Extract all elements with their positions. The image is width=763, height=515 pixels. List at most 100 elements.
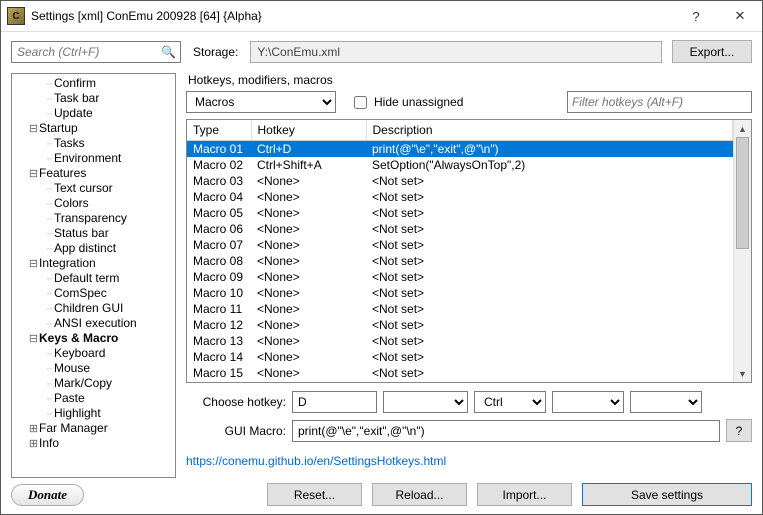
export-button[interactable]: Export...: [672, 40, 752, 63]
cell-hotkey: <None>: [251, 317, 366, 333]
table-row[interactable]: Macro 15<None><Not set>: [187, 365, 733, 381]
col-hotkey[interactable]: Hotkey: [251, 120, 366, 141]
gui-macro-input[interactable]: [292, 420, 720, 442]
table-row[interactable]: Macro 09<None><Not set>: [187, 269, 733, 285]
cell-type: Macro 01: [187, 141, 251, 158]
tree-item[interactable]: ··Colors: [12, 196, 175, 211]
tree-item-label: Colors: [54, 196, 89, 210]
tree-twisty-icon[interactable]: ⊟: [28, 332, 39, 347]
cell-desc: <Not set>: [366, 189, 733, 205]
settings-tree[interactable]: ··Confirm··Task bar··Update⊟Startup··Tas…: [11, 73, 176, 478]
tree-item[interactable]: ··Confirm: [12, 76, 175, 91]
tree-item[interactable]: ··ComSpec: [12, 286, 175, 301]
tree-item[interactable]: ··Environment: [12, 151, 175, 166]
table-row[interactable]: Macro 03<None><Not set>: [187, 173, 733, 189]
modifier1-select[interactable]: Ctrl: [474, 391, 546, 413]
tree-item[interactable]: ··Transparency: [12, 211, 175, 226]
tree-item[interactable]: ⊟Keys & Macro: [12, 331, 175, 346]
table-row[interactable]: Macro 02Ctrl+Shift+ASetOption("AlwaysOnT…: [187, 157, 733, 173]
tree-item[interactable]: ··Tasks: [12, 136, 175, 151]
tree-item[interactable]: ··Mark/Copy: [12, 376, 175, 391]
cell-type: Macro 15: [187, 365, 251, 381]
hide-unassigned-checkbox[interactable]: Hide unassigned: [350, 93, 463, 112]
table-row[interactable]: Macro 05<None><Not set>: [187, 205, 733, 221]
tree-item[interactable]: ⊞Info: [12, 436, 175, 451]
table-row[interactable]: Macro 10<None><Not set>: [187, 285, 733, 301]
tree-item[interactable]: ··Children GUI: [12, 301, 175, 316]
tree-twisty-icon[interactable]: ⊞: [28, 422, 39, 437]
hotkey-table: Type Hotkey Description Macro 01Ctrl+Dpr…: [186, 119, 752, 383]
reset-button[interactable]: Reset...: [267, 483, 362, 506]
tree-twisty-icon[interactable]: ⊟: [28, 167, 39, 182]
tree-item-label: Children GUI: [54, 301, 123, 315]
scroll-down-icon[interactable]: ▼: [734, 365, 751, 382]
tree-item[interactable]: ··Default term: [12, 271, 175, 286]
category-select[interactable]: Macros: [186, 91, 336, 113]
tree-item-label: Paste: [54, 391, 85, 405]
tree-item[interactable]: ··Mouse: [12, 361, 175, 376]
tree-twisty-icon[interactable]: ⊟: [28, 257, 39, 272]
hotkey-key-input[interactable]: [292, 391, 377, 413]
cell-hotkey: Ctrl+Shift+A: [251, 157, 366, 173]
tree-item[interactable]: ⊞Far Manager: [12, 421, 175, 436]
cell-desc: <Not set>: [366, 317, 733, 333]
table-row[interactable]: Macro 11<None><Not set>: [187, 301, 733, 317]
table-row[interactable]: Macro 12<None><Not set>: [187, 317, 733, 333]
cell-type: Macro 06: [187, 221, 251, 237]
tree-item-label: Task bar: [54, 91, 99, 105]
tree-item[interactable]: ··Text cursor: [12, 181, 175, 196]
tree-twisty-icon[interactable]: ⊞: [28, 437, 39, 452]
cell-type: Macro 08: [187, 253, 251, 269]
scroll-thumb[interactable]: [736, 137, 749, 249]
table-row[interactable]: Macro 06<None><Not set>: [187, 221, 733, 237]
tree-item-label: Keys & Macro: [39, 331, 118, 345]
import-button[interactable]: Import...: [477, 483, 572, 506]
modifier3-select[interactable]: [630, 391, 702, 413]
cell-hotkey: <None>: [251, 189, 366, 205]
close-button[interactable]: ✕: [718, 1, 762, 31]
table-scrollbar[interactable]: ▲ ▼: [733, 120, 751, 382]
tree-twisty-icon[interactable]: ⊟: [28, 122, 39, 137]
cell-desc: print(@"\e","exit",@"\n"): [366, 141, 733, 158]
cell-type: Macro 02: [187, 157, 251, 173]
modifier2-select[interactable]: [552, 391, 624, 413]
tree-item[interactable]: ··ANSI execution: [12, 316, 175, 331]
cell-type: Macro 03: [187, 173, 251, 189]
col-type[interactable]: Type: [187, 120, 251, 141]
tree-item[interactable]: ⊟Features: [12, 166, 175, 181]
tree-item[interactable]: ··Update: [12, 106, 175, 121]
tree-item[interactable]: ⊟Startup: [12, 121, 175, 136]
table-row[interactable]: Macro 01Ctrl+Dprint(@"\e","exit",@"\n"): [187, 141, 733, 158]
filter-input[interactable]: [567, 91, 752, 113]
search-input[interactable]: [11, 41, 181, 63]
tree-item[interactable]: ··Task bar: [12, 91, 175, 106]
donate-button[interactable]: Donate: [11, 484, 84, 506]
scroll-up-icon[interactable]: ▲: [734, 120, 751, 137]
table-row[interactable]: Macro 04<None><Not set>: [187, 189, 733, 205]
save-settings-button[interactable]: Save settings: [582, 483, 752, 506]
tree-item-label: Info: [39, 436, 59, 450]
table-row[interactable]: Macro 08<None><Not set>: [187, 253, 733, 269]
gui-macro-label: GUI Macro:: [186, 424, 286, 438]
macro-help-button[interactable]: ?: [726, 419, 752, 442]
cell-hotkey: <None>: [251, 221, 366, 237]
reload-button[interactable]: Reload...: [372, 483, 467, 506]
tree-item[interactable]: ··Keyboard: [12, 346, 175, 361]
tree-item[interactable]: ··Paste: [12, 391, 175, 406]
col-description[interactable]: Description: [366, 120, 733, 141]
cell-type: Macro 04: [187, 189, 251, 205]
table-row[interactable]: Macro 07<None><Not set>: [187, 237, 733, 253]
tree-item[interactable]: ··App distinct: [12, 241, 175, 256]
tree-item-label: Features: [39, 166, 86, 180]
help-link[interactable]: https://conemu.github.io/en/SettingsHotk…: [186, 454, 752, 468]
table-row[interactable]: Macro 13<None><Not set>: [187, 333, 733, 349]
tree-item[interactable]: ··Highlight: [12, 406, 175, 421]
tree-item-label: App distinct: [54, 241, 116, 255]
help-button[interactable]: ?: [674, 1, 718, 31]
hide-unassigned-input[interactable]: [354, 96, 367, 109]
tree-item[interactable]: ⊟Integration: [12, 256, 175, 271]
tree-item[interactable]: ··Status bar: [12, 226, 175, 241]
table-row[interactable]: Macro 14<None><Not set>: [187, 349, 733, 365]
hotkey-combo-select[interactable]: [383, 391, 468, 413]
app-icon: C: [7, 7, 25, 25]
